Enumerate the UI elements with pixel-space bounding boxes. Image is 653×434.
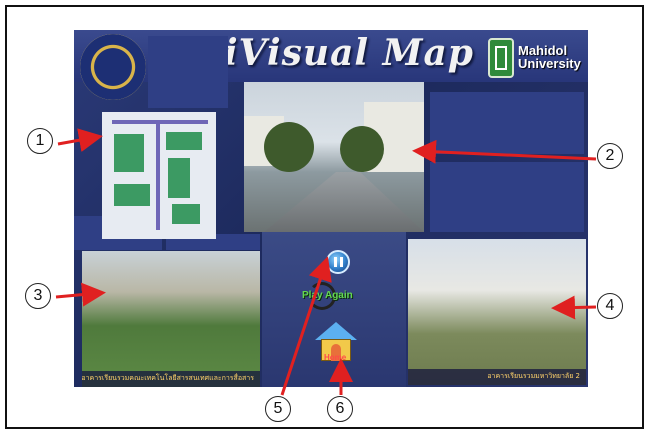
app-title: iVisual Map bbox=[224, 32, 474, 74]
callout-2: 2 bbox=[597, 143, 623, 169]
callout-4: 4 bbox=[597, 293, 623, 319]
building-photo-right[interactable]: อาคารเรียนรวมมหาวิทยาลัย 2 bbox=[408, 239, 586, 385]
ict-mahidol-logo: Mahidol University bbox=[488, 38, 581, 82]
photo-caption: อาคารเรียนรวมมหาวิทยาลัย 2 bbox=[487, 372, 580, 380]
street-view-panorama[interactable] bbox=[244, 82, 424, 232]
map-road bbox=[112, 120, 208, 124]
ivisual-map-app: iVisual Map Mahidol University อาคารเรีย… bbox=[74, 30, 588, 387]
info-panel-mid-right bbox=[430, 162, 584, 232]
photo-caption: อาคารเรียนรวมคณะเทคโนโลยีสารสนเทศและการส… bbox=[82, 374, 254, 382]
map-building bbox=[166, 132, 202, 150]
play-again-label: Play Again bbox=[302, 290, 353, 301]
play-again-button[interactable]: Play Again bbox=[294, 282, 364, 312]
home-label: Home bbox=[324, 353, 347, 362]
callout-1: 1 bbox=[27, 128, 53, 154]
photo-caption-bar: อาคารเรียนรวมมหาวิทยาลัย 2 bbox=[408, 369, 586, 385]
home-button[interactable]: Home bbox=[315, 322, 357, 366]
map-building bbox=[114, 134, 144, 172]
header-info-box bbox=[148, 36, 228, 108]
callout-5: 5 bbox=[265, 396, 291, 422]
street-tree bbox=[264, 122, 314, 172]
university-seal-logo bbox=[80, 34, 146, 100]
map-building bbox=[172, 204, 200, 224]
map-building bbox=[114, 184, 150, 206]
house-icon bbox=[315, 322, 357, 340]
street-tree bbox=[340, 126, 384, 172]
ict-logo-text: Mahidol University bbox=[518, 43, 581, 71]
campus-map[interactable] bbox=[102, 112, 216, 239]
callout-6: 6 bbox=[327, 396, 353, 422]
callout-3: 3 bbox=[25, 283, 51, 309]
photo-caption-bar: อาคารเรียนรวมคณะเทคโนโลยีสารสนเทศและการส… bbox=[82, 371, 260, 387]
info-panel-top-right bbox=[430, 92, 584, 154]
map-building bbox=[168, 158, 190, 198]
ict-logo-icon bbox=[488, 38, 514, 78]
street-road bbox=[264, 172, 424, 232]
building-photo-left[interactable]: อาคารเรียนรวมคณะเทคโนโลยีสารสนเทศและการส… bbox=[82, 251, 260, 387]
map-road bbox=[156, 120, 160, 230]
pause-button[interactable] bbox=[326, 250, 350, 274]
